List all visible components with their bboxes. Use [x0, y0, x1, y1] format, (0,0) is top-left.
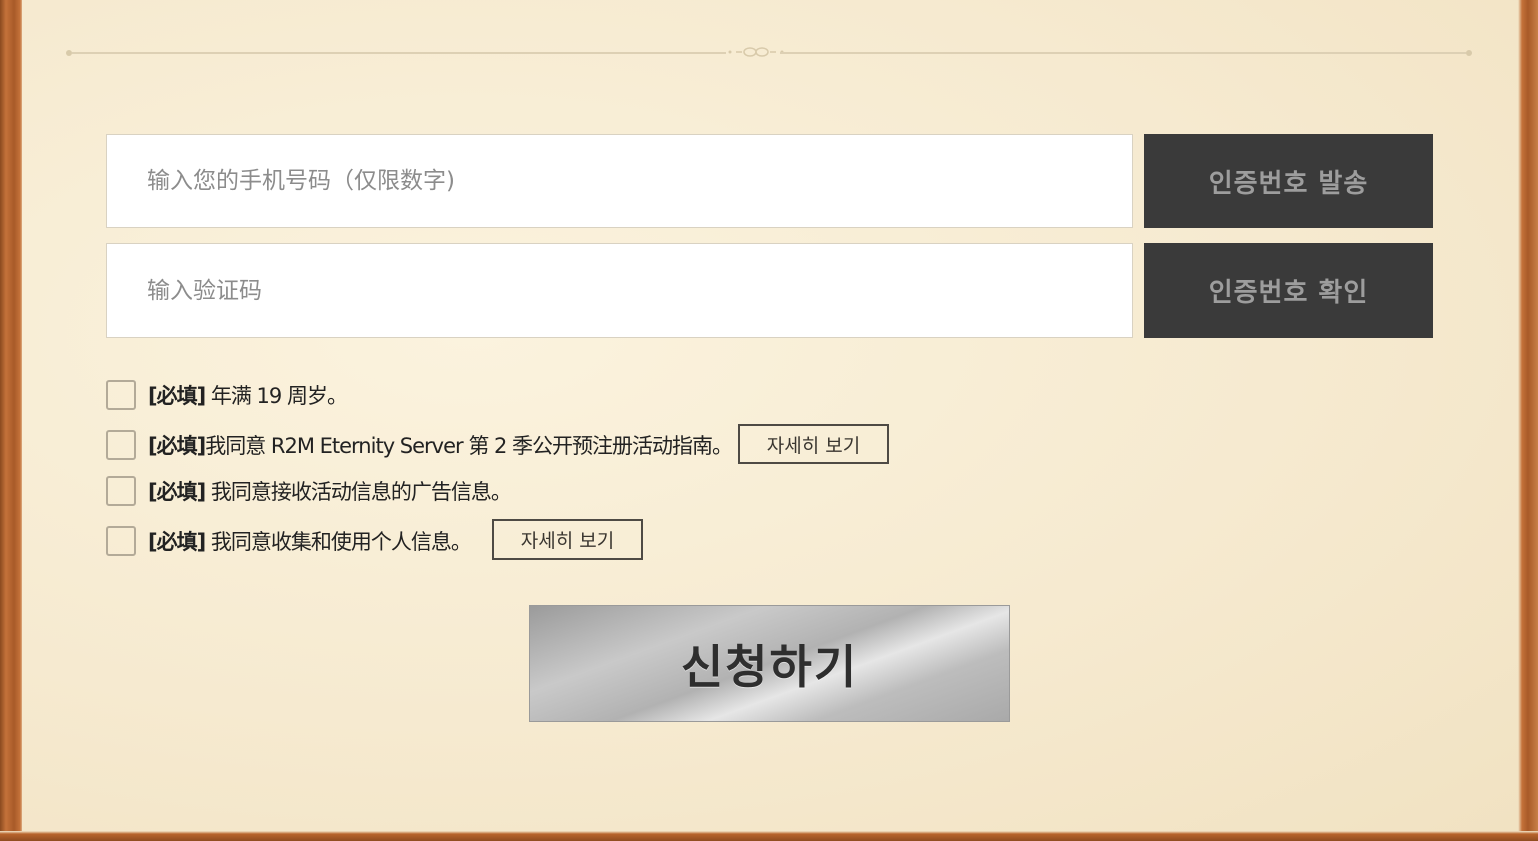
- phone-field: [106, 134, 1133, 228]
- privacy-detail-button[interactable]: 자세히 보기: [492, 519, 643, 560]
- agreement-text: 我同意收集和使用个人信息。: [205, 530, 472, 554]
- agreement-row-age: [必填] 年满 19 周岁。: [106, 378, 348, 412]
- agreement-text: 我同意接收活动信息的广告信息。: [205, 480, 512, 504]
- event-guide-detail-button[interactable]: 자세히 보기: [738, 424, 889, 464]
- confirm-code-button[interactable]: 인증번호 확인: [1144, 243, 1433, 338]
- required-tag: [必填]: [148, 530, 206, 554]
- required-tag: [必填]: [148, 434, 206, 458]
- ornament-divider: [66, 47, 1472, 57]
- divider-dot-right: [1466, 50, 1472, 56]
- required-tag: [必填]: [148, 480, 206, 504]
- agreement-checkbox-ads[interactable]: [106, 476, 136, 506]
- required-tag: [必填]: [148, 384, 206, 408]
- agreement-row-privacy: [必填] 我同意收集和使用个人信息。: [106, 524, 472, 558]
- code-field: [106, 243, 1133, 338]
- verification-code-input[interactable]: [107, 244, 1132, 337]
- frame-right-border: [1518, 0, 1538, 841]
- send-code-button[interactable]: 인증번호 발송: [1144, 134, 1433, 228]
- frame-bottom-border: [0, 831, 1538, 841]
- agreement-text: 年满 19 周岁。: [205, 384, 348, 408]
- divider-line-left: [72, 52, 726, 54]
- agreement-label-privacy: [必填] 我同意收集和使用个人信息。: [148, 526, 472, 556]
- agreement-checkbox-event-guide[interactable]: [106, 430, 136, 460]
- divider-ornament-icon: [728, 47, 784, 57]
- agreement-label-age: [必填] 年满 19 周岁。: [148, 380, 348, 410]
- agreement-label-ads: [必填] 我同意接收活动信息的广告信息。: [148, 476, 512, 506]
- agreement-row-event-guide: [必填]我同意 R2M Eternity Server 第 2 季公开预注册活动…: [106, 428, 733, 462]
- agreement-row-ads: [必填] 我同意接收活动信息的广告信息。: [106, 474, 512, 508]
- submit-label: 신청하기: [680, 639, 859, 694]
- submit-application-button[interactable]: 신청하기: [529, 605, 1010, 722]
- page-frame: 인증번호 발송 인증번호 확인 [必填] 年满 19 周岁。 [必填]我同意 R…: [0, 0, 1538, 841]
- agreement-checkbox-privacy[interactable]: [106, 526, 136, 556]
- agreement-text: 我同意 R2M Eternity Server 第 2 季公开预注册活动指南。: [205, 434, 733, 458]
- agreement-label-event-guide: [必填]我同意 R2M Eternity Server 第 2 季公开预注册活动…: [148, 430, 733, 460]
- agreement-checkbox-age[interactable]: [106, 380, 136, 410]
- divider-line-right: [780, 52, 1466, 54]
- phone-input[interactable]: [107, 135, 1132, 227]
